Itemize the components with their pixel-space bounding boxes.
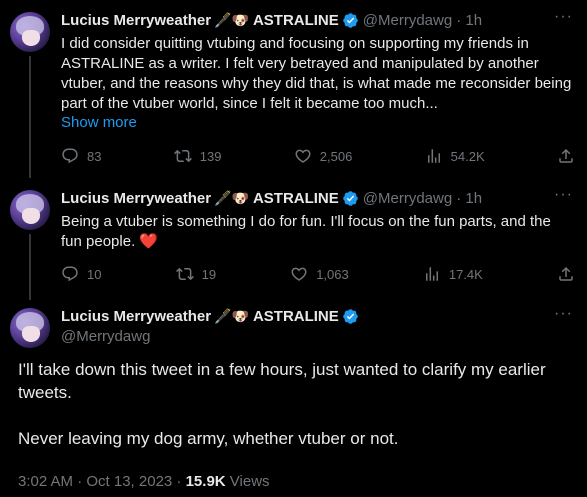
tweet-meta: 3:02 AM · Oct 13, 2023 · 15.9K Views <box>18 473 270 490</box>
reply-button[interactable]: 83 <box>61 147 101 165</box>
author-handle[interactable]: @Merrydawg <box>61 328 150 345</box>
author-name[interactable]: Lucius Merryweather <box>61 308 211 325</box>
tweet-text: Being a vtuber is something I do for fun… <box>61 213 551 250</box>
more-options-icon[interactable]: ··· <box>554 305 573 323</box>
author-brand: ASTRALINE <box>252 11 339 29</box>
more-options-icon[interactable]: ··· <box>554 186 573 204</box>
tweet-header: Lucius Merryweather 🖋️🐶 ASTRALINE @Merry… <box>61 188 482 208</box>
reply-button[interactable]: 10 <box>61 265 101 283</box>
reply-count: 83 <box>87 148 102 164</box>
views-chart-icon <box>427 149 440 163</box>
views-button[interactable]: 17.4K <box>423 265 483 283</box>
like-button[interactable]: 2,506 <box>294 147 353 165</box>
tweet-actions: 10 19 1,063 17.4K <box>61 264 575 284</box>
author-name[interactable]: Lucius Merryweather <box>61 12 211 29</box>
tweet-header: Lucius Merryweather 🖋️🐶 ASTRALINE @Merry… <box>61 10 482 30</box>
views-button[interactable]: 54.2K <box>425 147 485 165</box>
tweet-actions: 83 139 2,506 54.2K <box>61 146 575 166</box>
heart-icon <box>295 149 311 163</box>
verified-badge-icon <box>343 12 358 28</box>
share-button[interactable] <box>557 265 575 283</box>
reply-icon <box>62 148 78 164</box>
verified-badge-icon <box>343 308 358 324</box>
retweet-button[interactable]: 139 <box>173 147 222 165</box>
retweet-icon <box>175 267 194 281</box>
like-button[interactable]: 1,063 <box>290 265 349 283</box>
avatar[interactable] <box>10 308 50 348</box>
verified-badge-icon <box>343 190 358 206</box>
retweet-count: 139 <box>199 148 222 164</box>
share-icon <box>559 148 573 163</box>
reply-count: 10 <box>87 266 102 282</box>
author-handle[interactable]: @Merrydawg <box>363 190 452 207</box>
retweet-icon <box>173 149 192 163</box>
thread-line <box>29 234 31 300</box>
author-brand: ASTRALINE <box>252 189 339 207</box>
show-more-link[interactable]: Show more <box>61 114 137 131</box>
views-total: 15.9K <box>185 473 226 490</box>
name-emoji: 🖋️🐶 <box>214 307 249 324</box>
tweet-time[interactable]: · 1h <box>456 190 482 207</box>
author-handle[interactable]: @Merrydawg <box>363 12 452 29</box>
share-button[interactable] <box>557 147 575 165</box>
author-brand: ASTRALINE <box>252 307 339 325</box>
tweet-text: I did consider quitting vtubing and focu… <box>61 35 572 112</box>
name-emoji: 🖋️🐶 <box>214 11 249 28</box>
name-emoji: 🖋️🐶 <box>214 189 249 206</box>
views-count: 54.2K <box>450 148 485 164</box>
author-name[interactable]: Lucius Merryweather <box>61 190 211 207</box>
views-count: 17.4K <box>448 266 483 282</box>
tweet-paragraph: Never leaving my dog army, whether vtube… <box>18 429 399 448</box>
avatar[interactable] <box>10 190 50 230</box>
thread-line <box>29 56 31 178</box>
tweet-time[interactable]: · 1h <box>456 12 482 29</box>
like-count: 1,063 <box>316 266 349 282</box>
retweet-button[interactable]: 19 <box>175 265 217 283</box>
timestamp[interactable]: 3:02 AM · Oct 13, 2023 · <box>18 473 186 490</box>
tweet-header: Lucius Merryweather 🖋️🐶 ASTRALINE <box>61 306 359 326</box>
tweet-paragraph: I'll take down this tweet in a few hours… <box>18 360 546 402</box>
reply-icon <box>62 266 78 282</box>
more-options-icon[interactable]: ··· <box>554 8 573 26</box>
retweet-count: 19 <box>201 266 217 282</box>
views-label: Views <box>225 473 270 490</box>
main-tweet-text: I'll take down this tweet in a few hours… <box>18 358 573 450</box>
share-icon <box>559 266 573 281</box>
heart-icon <box>291 267 307 281</box>
like-count: 2,506 <box>319 148 353 164</box>
avatar[interactable] <box>10 12 50 52</box>
views-chart-icon <box>425 267 438 281</box>
